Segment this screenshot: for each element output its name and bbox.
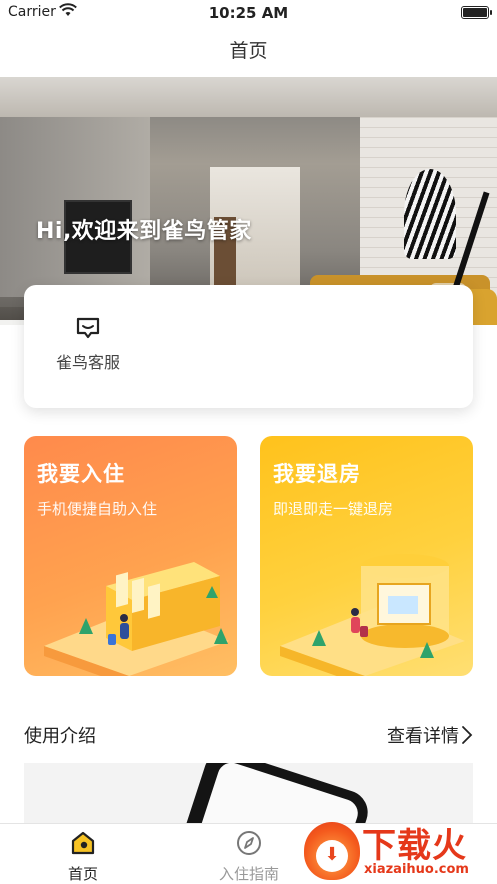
watermark-url: xiazaihuo.com — [364, 862, 469, 877]
watermark-text: 下载火 — [362, 826, 467, 866]
download-icon — [316, 840, 348, 872]
page-title: 首页 — [229, 40, 268, 62]
checkout-illustration — [280, 554, 465, 676]
watermark-logo: 下载火 xiazaihuo.com — [292, 818, 497, 883]
status-bar: Carrier 10:25 AM — [0, 0, 497, 26]
service-card: 雀鸟客服 — [24, 285, 473, 408]
checkin-illustration — [44, 562, 229, 676]
checkout-title: 我要退房 — [273, 462, 361, 486]
view-details-link[interactable]: 查看详情 — [387, 722, 473, 748]
chat-icon — [76, 317, 100, 339]
customer-service-label: 雀鸟客服 — [55, 353, 120, 372]
hero-greeting: Hi,欢迎来到雀鸟管家 — [36, 219, 252, 244]
battery-icon — [461, 6, 492, 19]
checkin-subtitle: 手机便捷自助入住 — [37, 500, 158, 518]
intro-section-title: 使用介绍 — [24, 726, 96, 747]
compass-icon — [237, 831, 261, 855]
tab-home-label: 首页 — [67, 865, 98, 883]
intro-image[interactable] — [24, 763, 473, 825]
banner-ceiling — [0, 77, 497, 117]
home-icon — [71, 831, 95, 855]
tab-home[interactable]: 首页 — [18, 830, 148, 884]
view-details-label: 查看详情 — [387, 726, 459, 747]
checkin-title: 我要入住 — [37, 462, 125, 486]
checkout-subtitle: 即退即走一键退房 — [273, 500, 394, 518]
checkin-card[interactable]: 我要入住 手机便捷自助入住 — [24, 436, 237, 676]
checkout-card[interactable]: 我要退房 即退即走一键退房 — [260, 436, 473, 676]
customer-service-button[interactable]: 雀鸟客服 — [40, 315, 136, 385]
banner-wall-art — [404, 169, 456, 259]
chevron-right-icon — [462, 726, 473, 744]
clock: 10:25 AM — [208, 4, 289, 22]
